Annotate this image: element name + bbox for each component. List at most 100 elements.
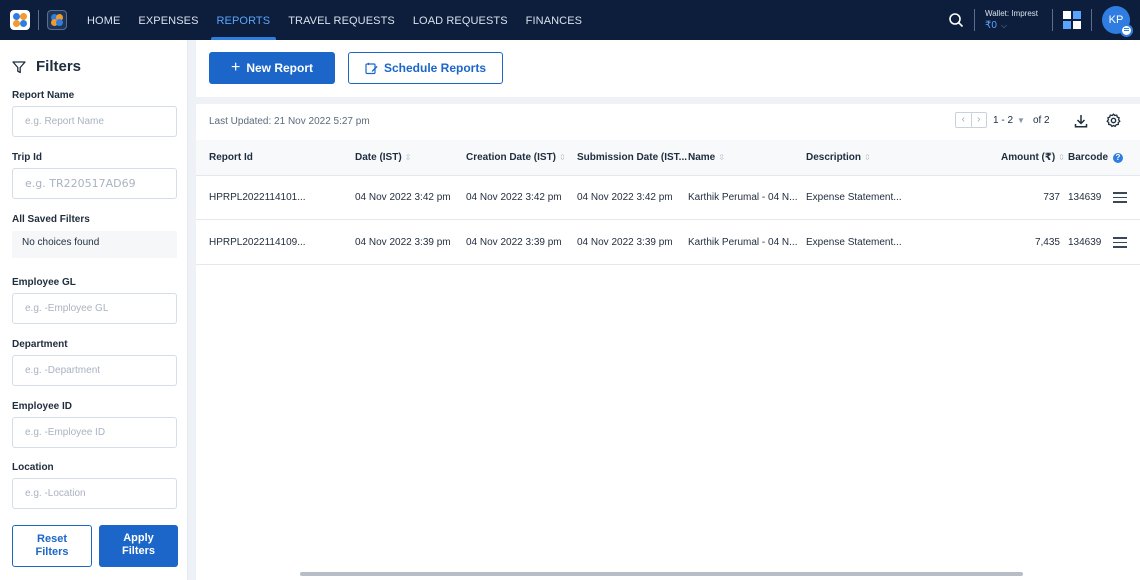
row-menu-icon[interactable] [1113,237,1127,248]
col-amount[interactable]: Amount (₹) ⇳ [1001,140,1065,176]
col-name[interactable]: Name ⇳ [688,140,725,176]
cell-submission-date: 04 Nov 2022 3:39 pm [577,237,673,248]
col-name-label: Name [688,152,716,163]
wallet-balance: ₹0 [984,19,997,31]
location-input[interactable] [12,478,177,509]
nav-load-requests[interactable]: LOAD REQUESTS [413,0,508,40]
row-menu-icon[interactable] [1113,192,1127,203]
report-name-input[interactable] [12,106,177,137]
col-barcode[interactable]: Barcode [1068,140,1110,176]
col-creation-date-label: Creation Date (IST) [466,152,557,163]
table-row[interactable]: HPRPL2022114109... 04 Nov 2022 3:39 pm 0… [196,221,1140,265]
help-icon[interactable]: ? [1113,153,1123,163]
col-description[interactable]: Description ⇳ [806,140,871,176]
employee-gl-input[interactable] [12,293,177,324]
nav-links: HOME EXPENSES REPORTS TRAVEL REQUESTS LO… [87,0,600,40]
nav-divider [1091,9,1092,31]
cell-submission-date: 04 Nov 2022 3:42 pm [577,192,673,203]
new-report-button[interactable]: + New Report [209,52,335,84]
col-barcode-label: Barcode [1068,152,1109,163]
schedule-reports-button[interactable]: Schedule Reports [348,52,503,84]
location-label: Location [12,462,54,473]
apply-filters-button[interactable]: Apply Filters [99,525,178,567]
employee-id-input[interactable] [12,417,177,448]
saved-filters-label: All Saved Filters [12,214,90,225]
cell-date: 04 Nov 2022 3:39 pm [355,237,451,248]
trip-id-label: Trip Id [12,152,42,163]
pagination: ‹ › 1 - 2 ▼ of 2 [955,112,1050,128]
company-logo[interactable] [47,10,67,30]
col-submission-date-label: Submission Date (IST... [577,152,688,163]
nav-reports[interactable]: REPORTS [210,0,276,40]
action-bar: + New Report Schedule Reports [196,40,1140,97]
nav-expenses[interactable]: EXPENSES [138,0,198,40]
saved-filters-list: No choices found [12,231,177,258]
col-date[interactable]: Date (IST) ⇳ [355,140,411,176]
sort-icon: ⇳ [559,153,566,162]
logo-divider [38,10,39,30]
app-logo[interactable] [10,10,30,30]
plus-icon: + [230,59,241,76]
reset-label-line1: Reset [37,533,67,545]
filter-icon [12,60,26,73]
employee-id-label: Employee ID [12,401,73,412]
report-name-label: Report Name [12,90,75,101]
cell-creation-date: 04 Nov 2022 3:42 pm [466,192,562,203]
trip-id-input[interactable] [12,168,177,199]
cell-name: Karthik Perumal - 04 N... [688,192,798,203]
avatar[interactable]: KP [1102,6,1133,37]
table-row[interactable]: HPRPL2022114101... 04 Nov 2022 3:42 pm 0… [196,176,1140,220]
page-range-selector[interactable]: 1 - 2 ▼ [993,115,1029,126]
reset-label-line2: Filters [35,546,69,558]
page-nav: ‹ › [955,112,987,128]
nav-finances[interactable]: FINANCES [526,0,582,40]
cell-amount: 737 [1043,192,1060,203]
wallet-label: Wallet: Imprest [984,8,1038,18]
sort-icon: ⇳ [404,153,412,162]
nav-divider [1052,9,1053,31]
cell-description: Expense Statement... [806,192,902,203]
schedule-edit-icon [365,62,378,74]
cell-amount: 7,435 [1034,237,1060,248]
new-report-label: New Report [246,61,314,75]
col-date-label: Date (IST) [355,152,402,163]
sort-icon: ⇳ [1058,153,1065,162]
department-label: Department [12,339,68,350]
top-nav: HOME EXPENSES REPORTS TRAVEL REQUESTS LO… [0,0,1140,40]
apply-label-line2: Filters [121,545,155,557]
page-total: of 2 [1032,114,1050,126]
horizontal-scrollbar[interactable] [300,572,1023,576]
filters-title: Filters [36,58,82,75]
prev-page-button[interactable]: ‹ [956,113,972,127]
col-report-id[interactable]: Report Id [209,140,253,176]
page-range: 1 - 2 [993,114,1014,126]
nav-divider [973,9,975,31]
col-amount-label: Amount (₹) [1001,152,1056,163]
col-creation-date[interactable]: Creation Date (IST) ⇳ [466,140,566,176]
department-input[interactable] [12,355,177,386]
col-report-id-label: Report Id [209,152,253,163]
menu-badge-icon [1120,24,1133,37]
download-icon[interactable] [1074,114,1088,128]
col-submission-date[interactable]: Submission Date (IST... ⇳ [577,140,697,176]
nav-home[interactable]: HOME [87,0,120,40]
cell-report-id[interactable]: HPRPL2022114109... [209,221,306,265]
app-switcher-icon[interactable] [1063,11,1081,29]
schedule-reports-label: Schedule Reports [383,61,487,75]
employee-gl-label: Employee GL [12,277,76,288]
gear-icon[interactable] [1106,113,1121,128]
cell-date: 04 Nov 2022 3:42 pm [355,192,451,203]
reset-filters-button[interactable]: Reset Filters [12,525,92,567]
last-updated: Last Updated: 21 Nov 2022 5:27 pm [209,116,370,127]
wallet-selector[interactable]: Wallet: Imprest ₹0 ⌵ [984,8,1038,31]
search-icon[interactable] [948,12,964,28]
cell-report-id[interactable]: HPRPL2022114101... [209,176,306,220]
filters-heading: Filters [12,58,81,75]
avatar-initials: KP [1108,14,1124,26]
sort-icon: ⇳ [864,153,871,162]
reports-panel: Last Updated: 21 Nov 2022 5:27 pm ‹ › 1 … [196,104,1140,580]
table-header: Report Id Date (IST) ⇳ Creation Date (IST… [196,140,1140,176]
next-page-button[interactable]: › [972,113,987,127]
cell-barcode: 134639 [1068,192,1102,203]
nav-travel-requests[interactable]: TRAVEL REQUESTS [288,0,395,40]
